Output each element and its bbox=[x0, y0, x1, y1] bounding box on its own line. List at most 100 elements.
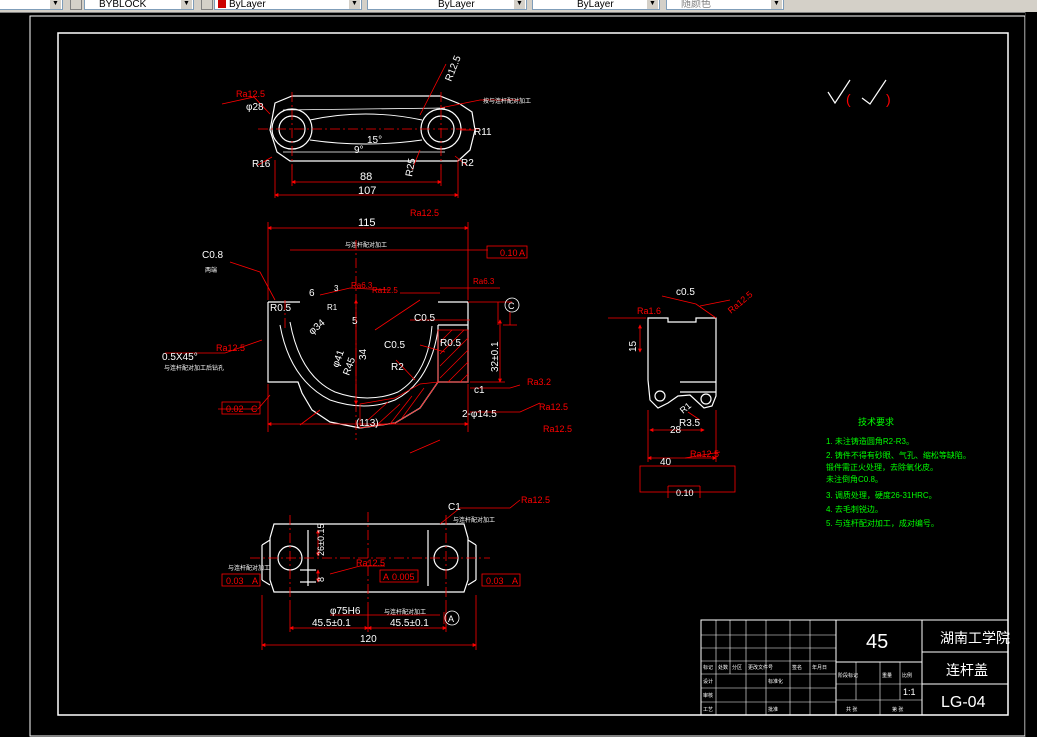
dim-ra-bottom-mid: Ra12.5 bbox=[356, 558, 385, 568]
tb-cell: 第 张 bbox=[892, 706, 903, 713]
text-style-button[interactable] bbox=[70, 0, 82, 10]
dim-5: 5 bbox=[352, 316, 358, 327]
dim-107: 107 bbox=[358, 185, 376, 197]
dim-r1: R1 bbox=[327, 303, 338, 312]
dim-phi28: φ28 bbox=[246, 102, 264, 113]
dim-45-5-right: 45.5±0.1 bbox=[390, 618, 429, 629]
dim-3: 3 bbox=[334, 284, 339, 293]
tolerance-0-10: 0.10 bbox=[500, 248, 518, 258]
note-front-drill: 与连杆配对加工后钻孔 bbox=[164, 364, 224, 372]
dim-c0-8: C0.8 bbox=[202, 250, 224, 261]
tb-cell: 年月日 bbox=[812, 664, 827, 671]
linetype-value: ByLayer bbox=[438, 0, 475, 10]
dim-40: 40 bbox=[660, 457, 672, 468]
dim-r11: R11 bbox=[474, 127, 492, 138]
datum-a-right: A bbox=[512, 576, 518, 586]
lineweight-combo[interactable]: ByLayer ▼ bbox=[532, 0, 660, 10]
drawing-canvas[interactable]: Ra12.5 φ28 R12.5 R11 15° 9° R16 R25 R2 8… bbox=[0, 12, 1025, 737]
dim-r0-5-right: R0.5 bbox=[440, 338, 462, 349]
dim-0-5x45: 0.5X45° bbox=[162, 352, 198, 363]
dim-15deg: 15° bbox=[367, 135, 382, 146]
note-bottom-top: 与连杆配对加工 bbox=[453, 516, 495, 524]
chevron-down-icon: ▼ bbox=[647, 0, 658, 9]
tech-requirements: 技术要求 1. 未注铸造圆角R2-R3。 2. 铸件不得有砂眼、气孔、缩松等缺陷… bbox=[826, 416, 971, 528]
vertical-scrollbar[interactable] bbox=[1025, 12, 1037, 737]
dim-c1: c1 bbox=[474, 385, 485, 396]
tolerance-0-02: 0.02 bbox=[226, 404, 244, 414]
tech-req-item: 5. 与连杆配对加工，成对编号。 bbox=[826, 518, 939, 528]
drawing-number-cell: LG-04 bbox=[941, 694, 986, 711]
dim-r2-front: R2 bbox=[391, 362, 404, 373]
material-cell: 45 bbox=[866, 631, 888, 653]
tb-cell: 标记 bbox=[703, 664, 713, 671]
tech-req-title: 技术要求 bbox=[858, 416, 894, 427]
plotstyle-value: 随颜色 bbox=[681, 0, 711, 10]
tech-req-item: 1. 未注铸造圆角R2-R3。 bbox=[826, 436, 914, 446]
plotstyle-combo[interactable]: 随颜色 ▼ bbox=[666, 0, 784, 10]
top-view-centerlines bbox=[258, 92, 480, 170]
tb-cell: 共 张 bbox=[846, 706, 857, 713]
dim-c0-5-a: C0.5 bbox=[414, 313, 436, 324]
tolerance-side: 0.10 bbox=[676, 488, 694, 498]
dim-ra-front-r2: Ra12.5 bbox=[543, 424, 572, 434]
datum-c-ref: C bbox=[251, 404, 258, 414]
linetype-combo[interactable]: ByLayer ▼ bbox=[367, 0, 527, 10]
top-view-dim-text: Ra12.5 φ28 R12.5 R11 15° 9° R16 R25 R2 8… bbox=[236, 54, 531, 197]
roughness-symbol: ( ) √(√) bbox=[827, 79, 891, 121]
dim-r3-5: R3.5 bbox=[679, 418, 701, 429]
tb-cell: 标准化 bbox=[768, 678, 783, 685]
chevron-down-icon: ▼ bbox=[514, 0, 525, 9]
dim-ra-front-left: Ra12.5 bbox=[216, 343, 245, 353]
color-button[interactable] bbox=[201, 0, 213, 10]
datum-a-left: A bbox=[252, 576, 258, 586]
dim-6: 6 bbox=[309, 288, 315, 299]
dim-ra-top: Ra12.5 bbox=[236, 89, 265, 99]
note-bottom-left: 与连杆配对加工 bbox=[228, 564, 270, 572]
dim-115: 115 bbox=[358, 217, 376, 229]
dim-ra6-3-b: Ra6.3 bbox=[473, 277, 495, 286]
dim-9deg: 9° bbox=[354, 145, 364, 156]
top-view bbox=[269, 95, 476, 162]
dim-ra-front-top: Ra12.5 bbox=[410, 208, 439, 218]
tb-cell: 批准 bbox=[768, 706, 778, 713]
datum-a-ref: A bbox=[519, 248, 525, 258]
text-style-combo[interactable]: BYBLOCK ▼ bbox=[84, 0, 194, 10]
outer-border bbox=[29, 15, 1025, 737]
note-bottom-phi75: 与连杆配对加工 bbox=[384, 608, 426, 616]
tb-cell: 工艺 bbox=[703, 707, 713, 713]
drawing-frame bbox=[57, 32, 1009, 716]
dim-ra-side: Ra12.5 bbox=[726, 289, 755, 315]
dim-r12-5: R12.5 bbox=[444, 54, 464, 83]
dim-2-phi14-5: 2-φ14.5 bbox=[462, 409, 497, 420]
color-combo[interactable]: ByLayer ▼ bbox=[214, 0, 362, 10]
front-view-dim-text: 115 Ra12.5 C0.8 R0.5 6 R1 3 5 φ34 34 R45… bbox=[162, 208, 572, 434]
side-view bbox=[647, 317, 717, 409]
part-name-cell: 连杆盖 bbox=[946, 662, 988, 678]
front-view-centerlines bbox=[284, 240, 357, 440]
datum-a-mid: A bbox=[383, 572, 389, 582]
chevron-down-icon: ▼ bbox=[50, 0, 61, 9]
tb-cell: 更改文件号 bbox=[748, 664, 773, 671]
tb-cell: 比例 bbox=[902, 672, 912, 679]
tech-req-item: 3. 调质处理，硬度26-31HRC。 bbox=[826, 490, 937, 500]
tolerance-0-03-right: 0.03 bbox=[486, 576, 504, 586]
text-style-value: BYBLOCK bbox=[99, 0, 147, 10]
svg-text:(: ( bbox=[846, 91, 851, 107]
dim-ra6-3-a: Ra6.3 bbox=[351, 281, 373, 290]
dim-c1-bottom: C1 bbox=[448, 502, 461, 513]
dim-phi34: φ34 bbox=[307, 317, 328, 337]
dim-ra1-6: Ra1.6 bbox=[637, 306, 661, 316]
dim-113: (113) bbox=[356, 418, 379, 429]
dim-ra-front-r1: Ra12.5 bbox=[539, 402, 568, 412]
note-front-pair: 与连杆配对加工 bbox=[345, 241, 387, 249]
dim-phi75: φ75H6 bbox=[330, 606, 361, 617]
title-block-text: 45 湖南工学院 连杆盖 LG-04 1:1 标记 处数 分区 更改文件号 签名… bbox=[703, 630, 1010, 713]
dim-r2: R2 bbox=[461, 158, 474, 169]
color-value: ByLayer bbox=[229, 0, 266, 10]
dim-32: 32±0.1 bbox=[490, 341, 501, 372]
roughness-symbol-text: √(√) bbox=[828, 119, 830, 121]
layer-combo[interactable]: ▼ bbox=[0, 0, 63, 10]
tolerance-0-03-left: 0.03 bbox=[226, 576, 244, 586]
tb-cell: 审核 bbox=[703, 692, 713, 699]
color-swatch-icon bbox=[218, 0, 226, 8]
